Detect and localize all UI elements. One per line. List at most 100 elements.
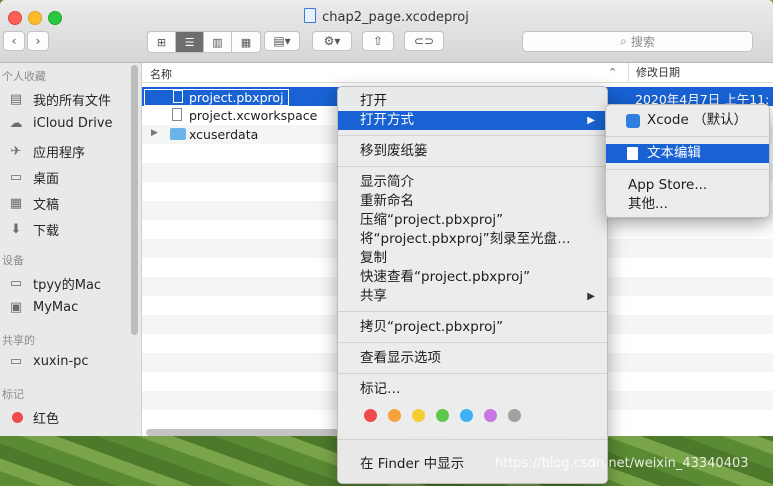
submenu-item-other[interactable]: 其他... [606, 195, 769, 214]
sidebar-header-tags: 标记 [2, 388, 24, 401]
menu-item-view-options[interactable]: 查看显示选项 [338, 349, 607, 368]
menu-item-open-with[interactable]: 打开方式 ▶ [338, 111, 607, 130]
file-name: project.pbxproj [189, 90, 284, 105]
textedit-app-icon [627, 147, 638, 160]
menu-item-label: 文本编辑 [647, 145, 701, 161]
sidebar-item-documents[interactable]: ▦ 文稿 [8, 194, 59, 213]
menu-item-open[interactable]: 打开 [338, 92, 607, 111]
menu-item-label: 其他... [628, 196, 668, 212]
sidebar-item-mymac[interactable]: ▣ MyMac [8, 300, 78, 315]
menu-item-quick-look[interactable]: 快速查看“project.pbxproj” [338, 268, 607, 287]
sidebar-item-applications[interactable]: ✈ 应用程序 [8, 142, 85, 161]
column-date-header[interactable]: 修改日期 [628, 63, 680, 82]
sidebar-item-desktop[interactable]: ▭ 桌面 [8, 168, 59, 187]
menu-item-label: 打开 [360, 93, 387, 109]
forward-button[interactable]: › [27, 31, 49, 51]
menu-item-share[interactable]: 共享 ▶ [338, 287, 607, 306]
disclosure-triangle-icon[interactable]: ▶ [151, 128, 158, 138]
menu-item-label: 拷贝“project.pbxproj” [360, 319, 504, 335]
list-view-button[interactable]: ☰ [176, 32, 204, 52]
search-icon: ⌕ [620, 34, 627, 48]
sidebar-item-label: tpyy的Mac [33, 278, 102, 293]
tag-purple-button[interactable] [484, 409, 497, 422]
window-title: chap2_page.xcodeproj [0, 8, 773, 25]
xcode-app-icon [626, 114, 640, 128]
sidebar-item-label: iCloud Drive [33, 116, 113, 131]
all-files-icon: ▤ [9, 91, 23, 107]
column-name-header[interactable]: 名称 [150, 66, 172, 82]
tag-icon: ⊂⊃ [413, 34, 435, 48]
action-button[interactable]: ⚙▾ [312, 31, 352, 51]
file-name-selected: project.pbxproj [144, 89, 289, 106]
menu-item-label: 快速查看“project.pbxproj” [360, 269, 531, 285]
menu-item-label: 压缩“project.pbxproj” [360, 212, 504, 228]
menu-item-label: Xcode （默认） [647, 112, 748, 128]
sidebar-item-label: 桌面 [33, 172, 60, 187]
menu-item-burn[interactable]: 将“project.pbxproj”刻录至光盘… [338, 230, 607, 249]
column-view-button[interactable]: ▥ [204, 32, 232, 52]
back-button[interactable]: ‹ [3, 31, 25, 51]
folder-icon [170, 128, 186, 140]
column-header: 名称 ⌃ 修改日期 [142, 63, 773, 83]
sidebar-item-all-files[interactable]: ▤ 我的所有文件 [8, 90, 111, 109]
menu-item-label: 打开方式 [360, 112, 414, 128]
red-tag-dot-icon [12, 412, 23, 423]
menu-separator [606, 169, 769, 170]
tag-yellow-button[interactable] [412, 409, 425, 422]
menu-item-get-info[interactable]: 显示简介 [338, 173, 607, 192]
sidebar-item-downloads[interactable]: ⬇ 下载 [8, 220, 59, 239]
cloud-icon: ☁ [9, 115, 23, 131]
disk-icon: ▣ [9, 299, 23, 315]
icon-view-button[interactable]: ⊞ [148, 32, 176, 52]
watermark-text: https://blog.csdn.net/weixin_43340403 [495, 456, 749, 471]
menu-item-label: 共享 [360, 288, 387, 304]
menu-item-label: 复制 [360, 250, 387, 266]
share-button[interactable]: ⇧ [362, 31, 394, 51]
menu-item-label: 重新命名 [360, 193, 414, 209]
sidebar: 个人收藏 ▤ 我的所有文件 ☁ iCloud Drive ✈ 应用程序 ▭ 桌面 ▦ 文稿… [0, 63, 142, 441]
menu-item-copy[interactable]: 拷贝“project.pbxproj” [338, 318, 607, 337]
sidebar-item-tag-red[interactable]: 红色 [8, 408, 59, 427]
window-title-text: chap2_page.xcodeproj [322, 10, 469, 25]
gallery-view-button[interactable]: ▦ [232, 32, 260, 52]
sidebar-item-xuxin-pc[interactable]: ▭ xuxin-pc [8, 354, 89, 369]
tag-button[interactable]: ⊂⊃ [404, 31, 444, 51]
arrange-icon: ▤▾ [273, 34, 291, 48]
search-field[interactable]: ⌕ 搜索 [522, 31, 753, 52]
tag-blue-button[interactable] [460, 409, 473, 422]
menu-item-label: 显示简介 [360, 174, 414, 190]
menu-item-rename[interactable]: 重新命名 [338, 192, 607, 211]
tag-green-button[interactable] [436, 409, 449, 422]
computer-icon: ▭ [9, 275, 23, 291]
menu-item-compress[interactable]: 压缩“project.pbxproj” [338, 211, 607, 230]
gear-icon: ⚙▾ [323, 34, 341, 48]
tag-gray-button[interactable] [508, 409, 521, 422]
submenu-item-app-store[interactable]: App Store... [606, 176, 769, 195]
share-icon: ⇧ [372, 34, 384, 48]
submenu-arrow-icon: ▶ [587, 115, 595, 126]
sidebar-scrollbar[interactable] [131, 65, 138, 335]
tag-red-button[interactable] [364, 409, 377, 422]
submenu-item-xcode[interactable]: Xcode （默认） [606, 111, 769, 130]
menu-item-label: 将“project.pbxproj”刻录至光盘… [360, 231, 571, 247]
view-mode-segmented[interactable]: ⊞ ☰ ▥ ▦ [147, 31, 261, 53]
sidebar-item-label: 下载 [33, 224, 60, 239]
menu-item-tags[interactable]: 标记… [338, 380, 607, 399]
submenu-item-textedit[interactable]: 文本编辑 [606, 144, 769, 163]
sidebar-item-label: 应用程序 [33, 146, 86, 161]
sidebar-item-label: 红色 [33, 412, 60, 427]
applications-icon: ✈ [10, 143, 22, 159]
menu-item-duplicate[interactable]: 复制 [338, 249, 607, 268]
sidebar-item-label: xuxin-pc [33, 354, 89, 369]
pc-icon: ▭ [9, 353, 23, 369]
search-placeholder: 搜索 [630, 35, 655, 49]
menu-item-move-to-trash[interactable]: 移到废纸篓 [338, 142, 607, 161]
arrange-button[interactable]: ▤▾ [264, 31, 300, 51]
menu-separator [338, 439, 607, 440]
sidebar-item-icloud[interactable]: ☁ iCloud Drive [8, 116, 113, 131]
tag-orange-button[interactable] [388, 409, 401, 422]
horizontal-scrollbar[interactable] [146, 429, 342, 436]
sidebar-item-mac[interactable]: ▭ tpyy的Mac [8, 274, 101, 293]
menu-item-label: 移到废纸篓 [360, 143, 428, 159]
forward-chevron-icon: › [35, 34, 41, 48]
